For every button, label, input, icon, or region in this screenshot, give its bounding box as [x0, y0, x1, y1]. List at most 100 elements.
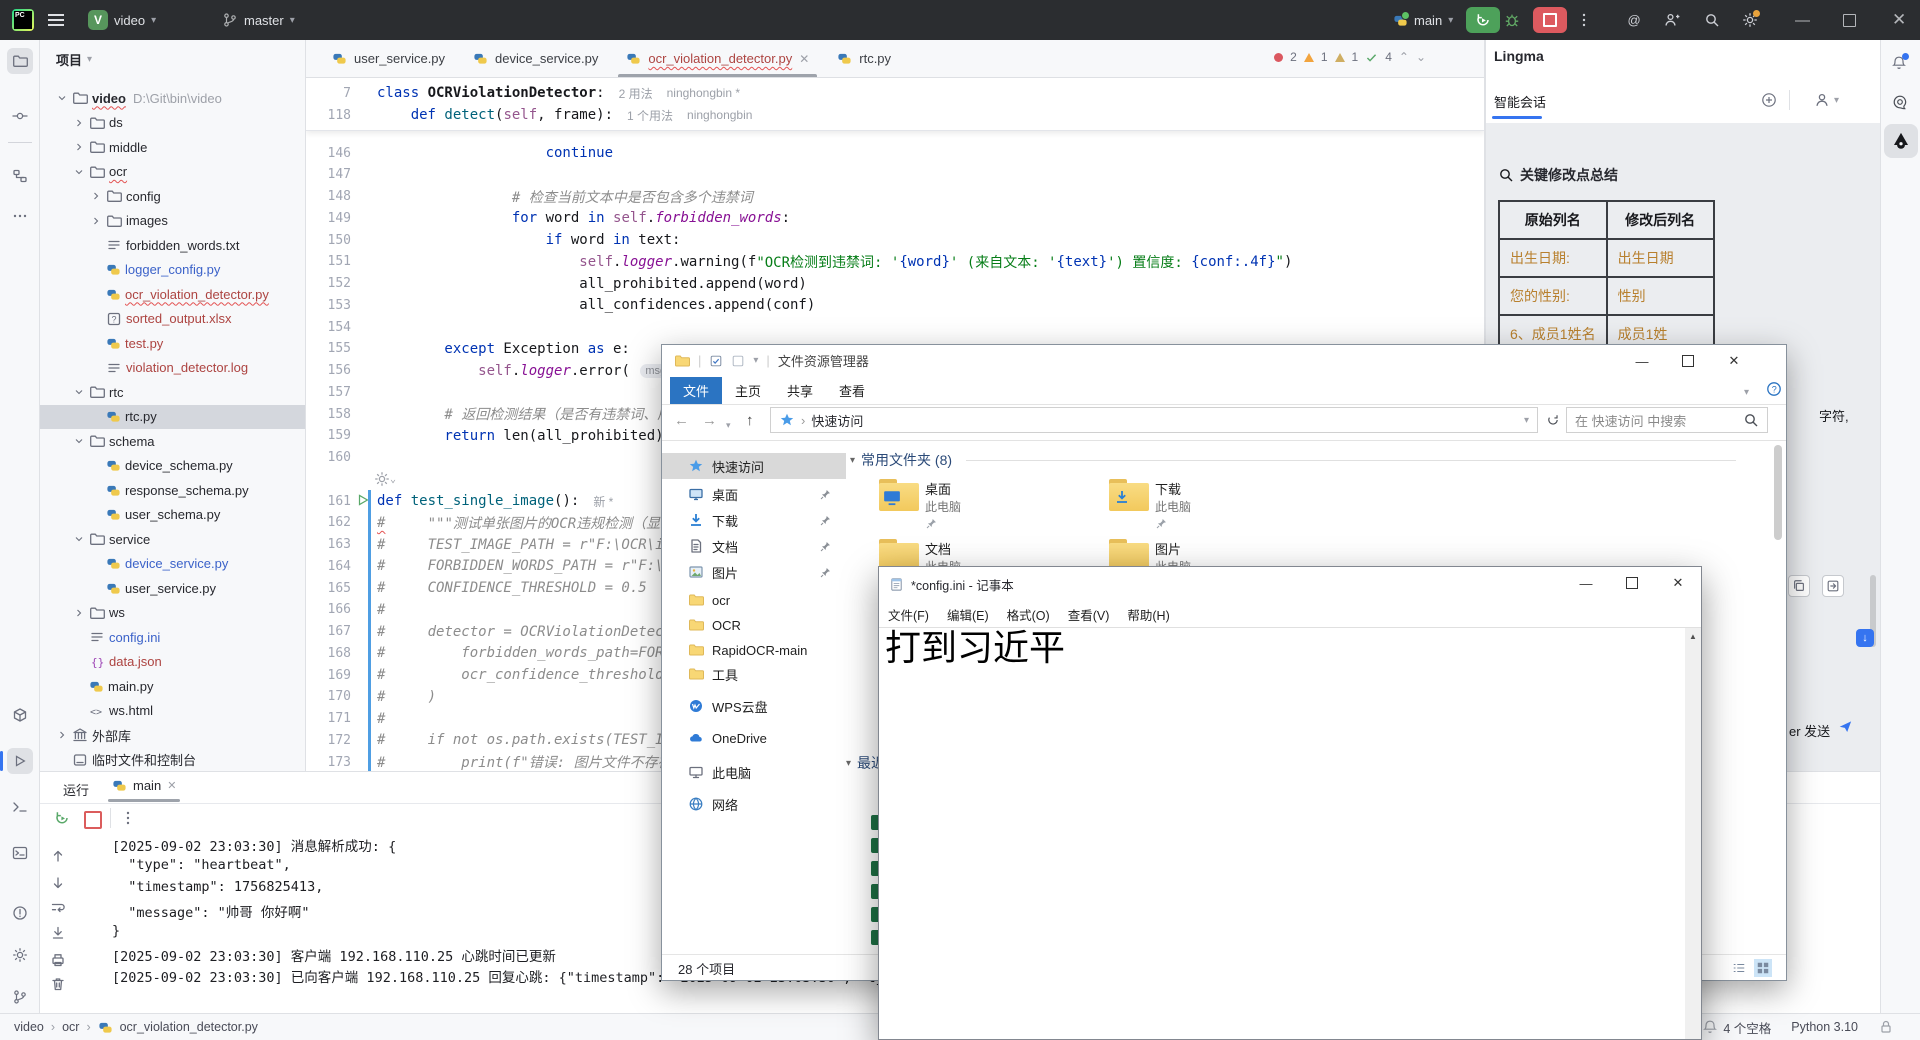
window-close-button[interactable]: ✕ [1892, 0, 1906, 40]
properties-icon[interactable] [709, 354, 723, 368]
commit-tool-button[interactable] [7, 103, 33, 129]
tree-item-service[interactable]: service [40, 527, 306, 551]
vcs-branch-widget[interactable]: master▾ [222, 0, 295, 40]
notifications-bell-icon[interactable] [1891, 55, 1907, 71]
tree-item-data-json[interactable]: {}data.json [40, 650, 306, 674]
window-minimize-button[interactable]: — [1563, 567, 1609, 599]
version-control-tool-button[interactable] [7, 984, 33, 1010]
tree-item-device-service-py[interactable]: device_service.py [40, 552, 306, 576]
details-view-icon[interactable] [1732, 961, 1746, 975]
soft-wrap-icon[interactable] [48, 898, 68, 918]
tree-item-user-schema-py[interactable]: user_schema.py [40, 503, 306, 527]
project-widget[interactable]: Vvideo▾ [88, 0, 156, 40]
new-chat-button[interactable] [1761, 92, 1777, 108]
prev-problem-icon[interactable]: ⌃ [1399, 50, 1409, 64]
tree-item-ds[interactable]: ds [40, 111, 306, 135]
chevron-down-icon[interactable] [56, 92, 70, 104]
menu-查看[interactable]: 查看(V) [1059, 605, 1119, 624]
window-maximize-button[interactable] [1609, 567, 1655, 599]
chevron-right-icon[interactable] [90, 190, 104, 202]
tree-item-ocr[interactable]: ocr [40, 160, 306, 184]
refresh-icon[interactable] [1546, 413, 1560, 427]
close-icon[interactable]: ✕ [167, 779, 176, 792]
debug-button[interactable] [1504, 0, 1520, 40]
sidebar-item--[interactable]: 下载 [662, 507, 846, 533]
close-icon[interactable]: ✕ [799, 52, 809, 66]
project-tool-button[interactable] [7, 48, 33, 74]
ribbon-tab-1[interactable]: 主页 [722, 377, 774, 404]
more-options-button[interactable] [120, 810, 136, 826]
chevron-right-icon[interactable] [73, 117, 87, 129]
tree-item-response-schema-py[interactable]: response_schema.py [40, 478, 306, 502]
chevron-right-icon[interactable] [56, 729, 70, 741]
chevron-down-icon[interactable] [73, 533, 87, 545]
editor-tab-user-service-py[interactable]: user_service.py [318, 40, 459, 77]
print-icon[interactable] [48, 950, 68, 970]
address-dropdown-chevron[interactable]: ▾ [1524, 415, 1529, 426]
tab-smart-chat[interactable]: 智能会话 [1494, 92, 1546, 111]
tree-item-main-py[interactable]: main.py [40, 674, 306, 698]
search-everywhere-icon[interactable] [1704, 0, 1720, 40]
sidebar-item-ocr[interactable]: ocr [662, 587, 846, 613]
terminal-tool-button[interactable] [7, 840, 33, 866]
chevron-right-icon[interactable] [73, 607, 87, 619]
ribbon-tab-0[interactable]: 文件 [670, 377, 722, 404]
run-config-widget[interactable]: main▾ [1393, 0, 1453, 40]
sidebar-item--[interactable]: 工具 [662, 661, 846, 687]
stop-button[interactable] [84, 811, 102, 829]
project-panel-header[interactable]: 项目▾ [56, 50, 92, 69]
interpreter-widget[interactable]: Python 3.10 [1791, 1020, 1858, 1034]
chevron-right-icon[interactable] [90, 215, 104, 227]
sidebar-item-OCR[interactable]: OCR [662, 612, 846, 638]
tree-item-logger-config-py[interactable]: logger_config.py [40, 258, 306, 282]
tree-item-schema[interactable]: schema [40, 429, 306, 453]
help-icon[interactable]: ? [1766, 381, 1782, 397]
copy-button[interactable] [1788, 575, 1810, 597]
scroll-up-icon[interactable] [48, 846, 68, 866]
tree-item-ws[interactable]: ws [40, 601, 306, 625]
window-maximize-button[interactable] [1843, 0, 1856, 40]
sidebar-item--[interactable]: 图片 [662, 559, 846, 585]
tree-item-rtc-py[interactable]: rtc.py [40, 405, 306, 429]
section-header-frequent[interactable]: ▾常用文件夹 (8) [850, 450, 1736, 470]
rerun-button[interactable] [54, 810, 70, 826]
services-tool-button[interactable] [7, 942, 33, 968]
ribbon-tab-3[interactable]: 查看 [826, 377, 878, 404]
rerun-button[interactable] [1466, 7, 1500, 33]
tree-item-middle[interactable]: middle [40, 135, 306, 159]
send-icon[interactable] [1838, 719, 1853, 734]
thumbnail-view-icon[interactable] [1754, 959, 1772, 977]
window-close-button[interactable]: ✕ [1655, 567, 1701, 599]
up-button[interactable]: ↑ [746, 412, 754, 429]
more-actions-button[interactable] [1576, 0, 1592, 40]
window-maximize-button[interactable] [1665, 345, 1711, 377]
ai-chat-tool-icon[interactable] [1892, 94, 1908, 110]
structure-tool-button[interactable] [7, 163, 33, 189]
account-button[interactable]: ▾ [1814, 92, 1839, 108]
scroll-to-bottom-button[interactable]: ↓ [1856, 629, 1874, 647]
chevron-down-icon[interactable] [73, 435, 87, 447]
tree-item-ws-html[interactable]: <>ws.html [40, 699, 306, 723]
chevron-right-icon[interactable] [73, 141, 87, 153]
notepad-scrollbar[interactable]: ▲ [1685, 628, 1701, 1039]
run-tab-main[interactable]: main✕ [112, 778, 176, 793]
back-button[interactable]: ← [674, 412, 689, 429]
window-minimize-button[interactable]: — [1619, 345, 1665, 377]
editor-tab-rtc-py[interactable]: rtc.py [823, 40, 905, 77]
sidebar-item-RapidOCR-main[interactable]: RapidOCR-main [662, 637, 846, 663]
sidebar-item--[interactable]: 此电脑 [662, 759, 846, 785]
tree-item-test-py[interactable]: test.py [40, 331, 306, 355]
lingma-tool-icon[interactable] [1884, 124, 1918, 158]
tree-item-rtc[interactable]: rtc [40, 380, 306, 404]
ribbon-collapse-chevron[interactable]: ▾ [1744, 383, 1749, 398]
breadcrumb[interactable]: video›ocr›ocr_violation_detector.py [14, 1020, 258, 1035]
next-problem-icon[interactable]: ⌄ [1416, 50, 1426, 64]
code-with-me-icon[interactable] [1664, 0, 1680, 40]
tree-item-video[interactable]: videoD:\Git\bin\video [40, 86, 306, 110]
ai-assistant-icon[interactable]: @ [1626, 0, 1642, 40]
sidebar-item-OneDrive[interactable]: OneDrive [662, 725, 846, 751]
ribbon-tab-2[interactable]: 共享 [774, 377, 826, 404]
tree-item-images[interactable]: images [40, 209, 306, 233]
search-box[interactable]: 在 快速访问 中搜索 [1566, 407, 1768, 433]
editor-tab-ocr-violation-detector-py[interactable]: ocr_violation_detector.py✕ [612, 40, 823, 77]
